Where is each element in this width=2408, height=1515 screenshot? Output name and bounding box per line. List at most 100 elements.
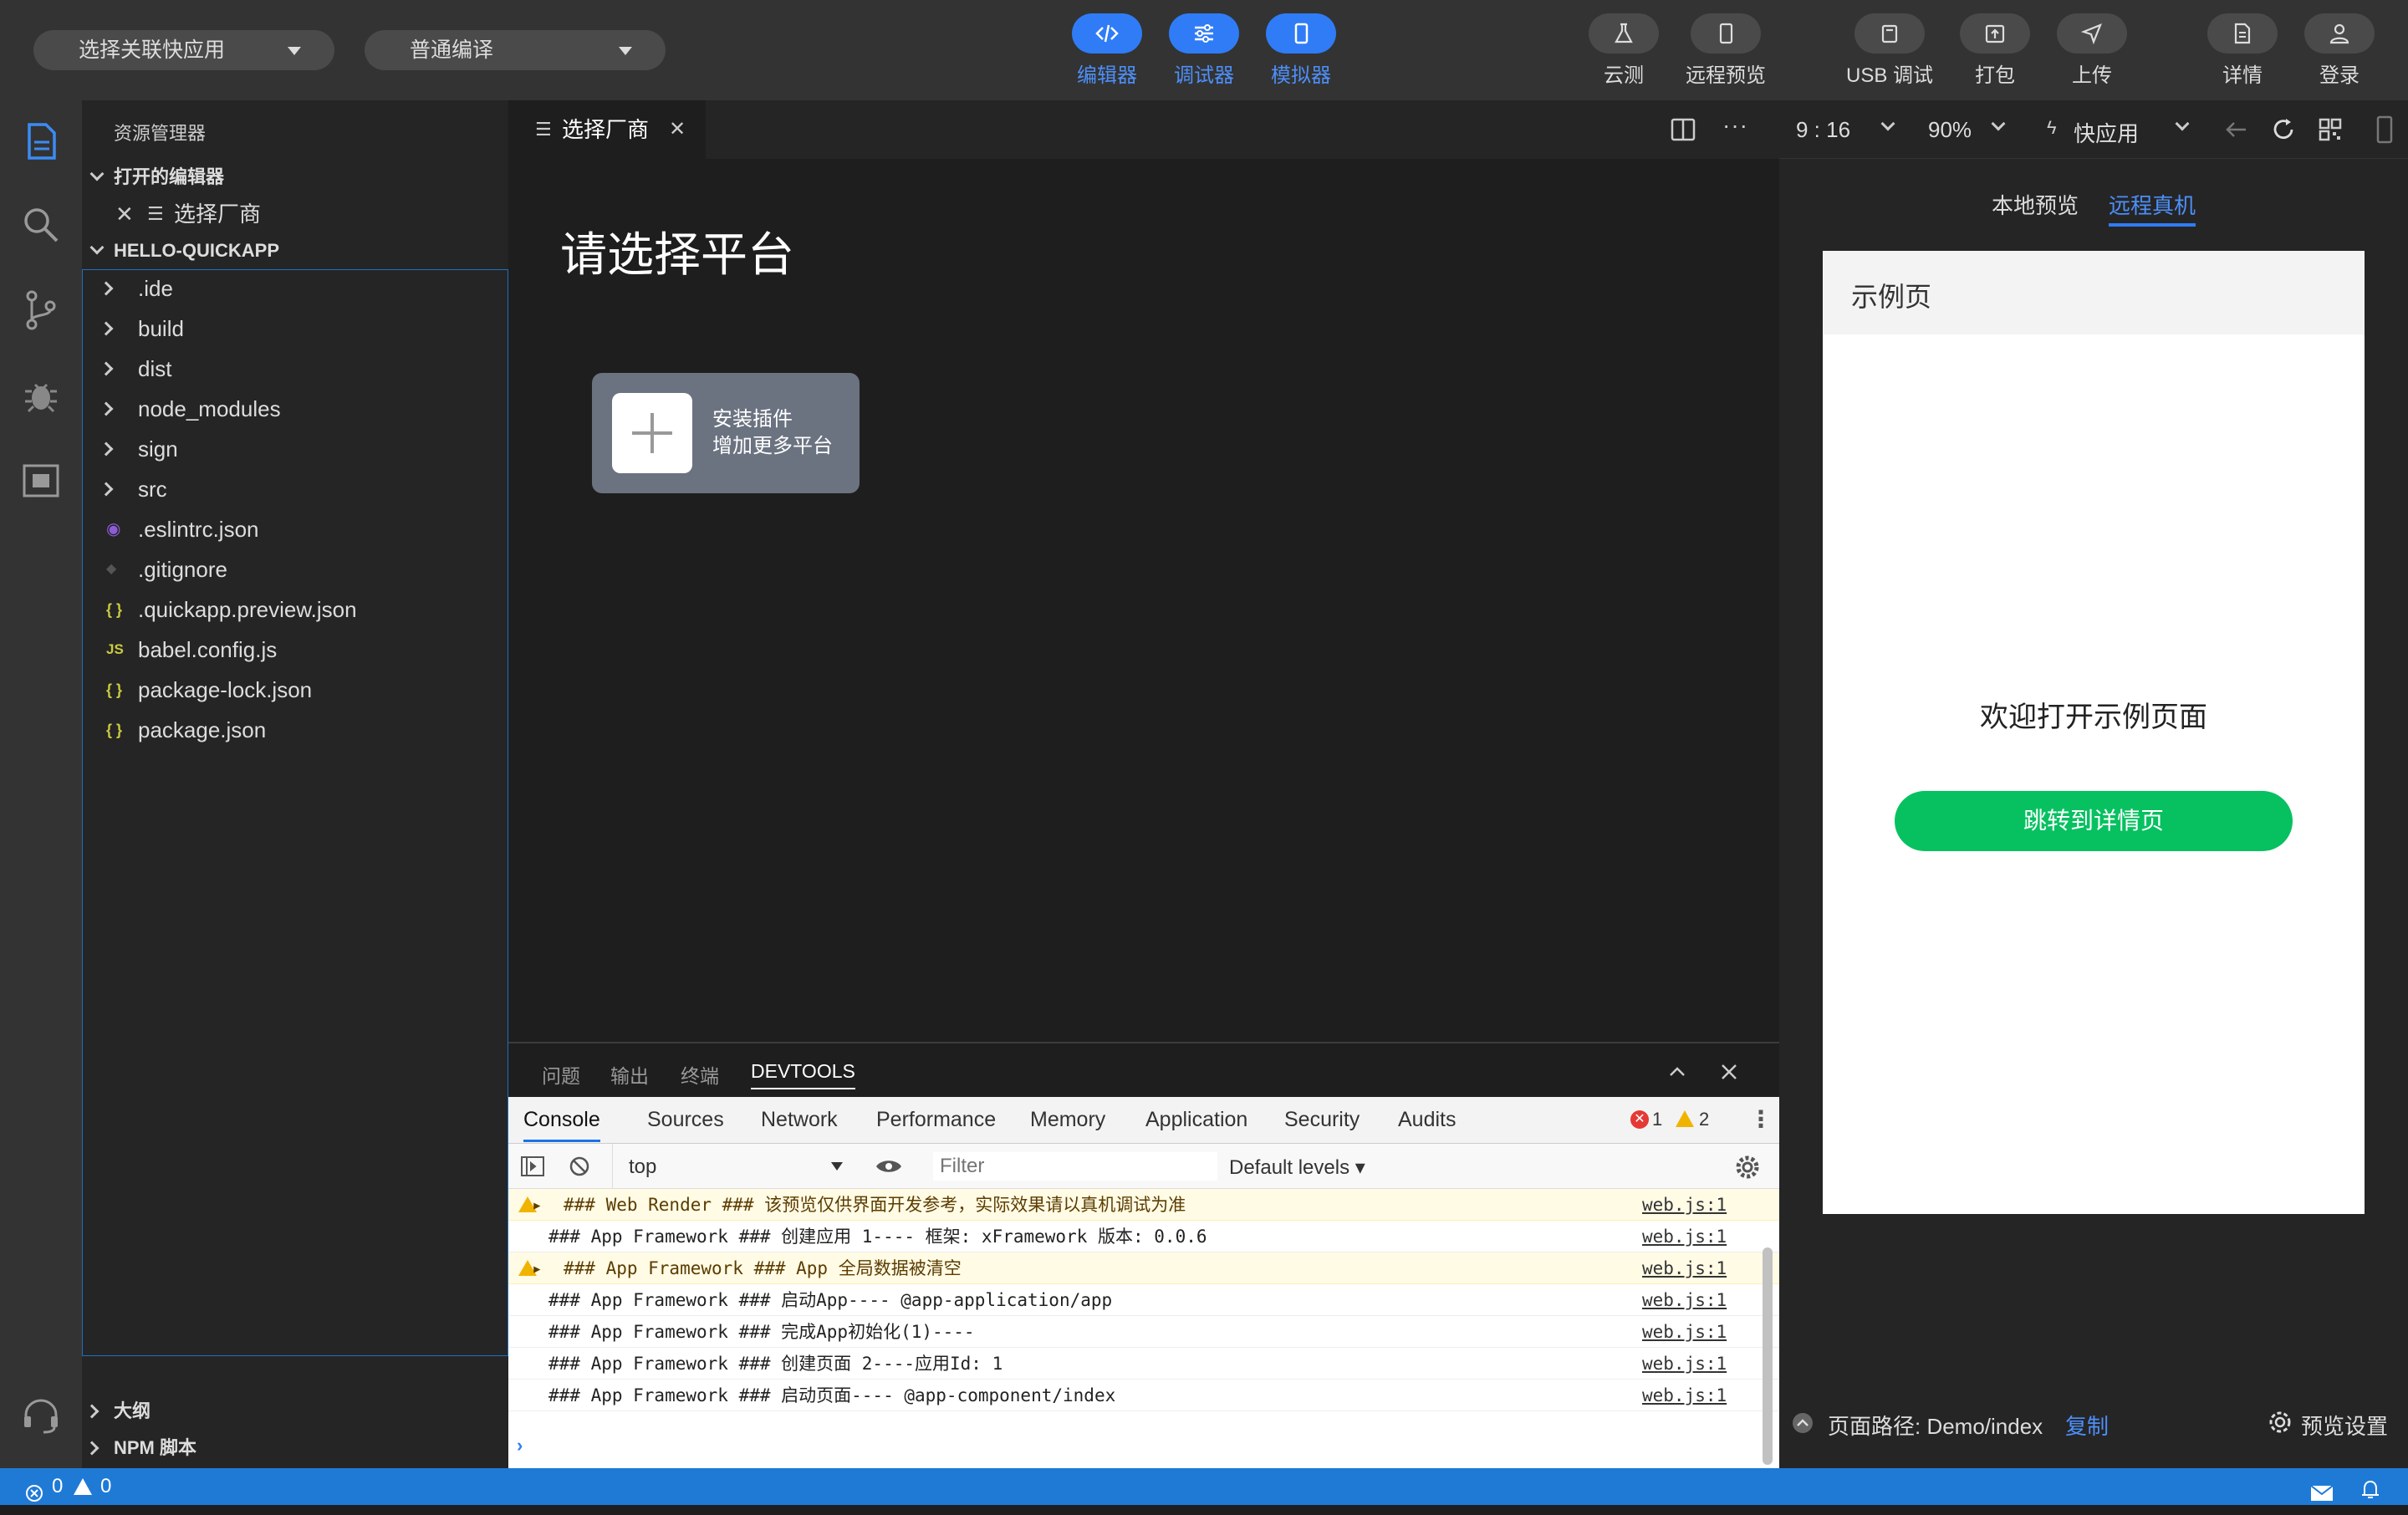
outline-section[interactable]: 大纲 [82,1393,508,1430]
warning-count[interactable]: 2 [1699,1109,1709,1130]
open-editor-item[interactable]: ✕ ☰ 选择厂商 [82,196,508,232]
panel-tab-输出[interactable]: 输出 [610,1060,649,1089]
devtools-tab-memory[interactable]: Memory [1030,1097,1105,1142]
levels-select[interactable]: Default levels ▾ [1229,1155,1365,1180]
chevron-right-icon [84,1404,99,1419]
scrollbar[interactable] [1763,1247,1773,1465]
console-log-list: ▸ ### Web Render ### 该预览仅供界面开发参考，实际效果请以真机… [508,1189,1779,1431]
tree-item[interactable]: build [83,310,509,347]
remote-preview-button[interactable]: 远程预览 [1676,13,1776,89]
chevron-down-icon[interactable] [831,1162,843,1171]
cloud-test-button[interactable]: 云测 [1574,13,1674,89]
app-select-value: 选择关联快应用 [79,38,226,62]
tab-local-preview[interactable]: 本地预览 [1992,189,2079,220]
compile-select[interactable]: 普通编译 [365,30,666,70]
devtools-tab-network[interactable]: Network [761,1097,838,1142]
expand-triangle-icon[interactable]: ▸ [532,1252,543,1284]
tree-item[interactable]: src [83,471,509,508]
more-actions-icon[interactable]: ··· [1722,112,1748,139]
console-log-source-link[interactable]: web.js:1 [1642,1380,1727,1411]
gear-icon[interactable] [1734,1154,1761,1181]
tree-item[interactable]: .ide [83,270,509,307]
zoom-select[interactable]: 90% [1928,117,1972,143]
filter-input[interactable] [933,1152,1217,1181]
console-log-source-link[interactable]: web.js:1 [1642,1252,1727,1284]
editor-tab[interactable]: ☰ 选择厂商 ✕ [508,100,706,159]
editor-button[interactable]: 编辑器 [1057,13,1157,89]
panel-tab-devtools[interactable]: DEVTOOLS [751,1060,855,1089]
source-control-icon[interactable] [18,288,64,333]
panel-tab-终端[interactable]: 终端 [681,1060,719,1089]
console-log-source-link[interactable]: web.js:1 [1642,1189,1727,1221]
npm-scripts-section[interactable]: NPM 脚本 [82,1430,508,1467]
phone-icon[interactable] [2373,115,2396,144]
devtools-tab-audits[interactable]: Audits [1398,1097,1456,1142]
chevron-down-icon[interactable] [1991,116,2006,131]
go-detail-button[interactable]: 跳转到详情页 [1895,791,2293,851]
mail-icon[interactable] [2309,1478,2334,1501]
ratio-select[interactable]: 9 : 16 [1796,117,1850,143]
clear-console-icon[interactable] [569,1155,590,1177]
platform-select[interactable]: 快应用 [2074,117,2139,148]
debugger-button[interactable]: 调试器 [1154,13,1254,89]
tree-item[interactable]: sign [83,431,509,467]
install-plugin-card[interactable]: 安装插件 增加更多平台 [592,373,860,493]
copy-link[interactable]: 复制 [2065,1410,2109,1441]
prompt-caret-icon[interactable]: › [517,1435,523,1456]
tree-item[interactable]: { } package-lock.json [83,671,509,708]
expand-triangle-icon[interactable]: ▸ [532,1189,543,1221]
console-log-source-link[interactable]: web.js:1 [1642,1284,1727,1316]
status-warning-count[interactable]: 0 [100,1468,111,1505]
tree-item[interactable]: { } package.json [83,712,509,748]
split-editor-icon[interactable] [1669,115,1697,144]
explorer-icon[interactable] [18,119,64,164]
maximize-panel-icon[interactable] [1666,1060,1689,1084]
usb-debug-button[interactable]: USB 调试 [1839,13,1940,89]
refresh-icon[interactable] [2271,117,2296,142]
debug-bug-icon[interactable] [18,373,64,418]
error-count[interactable]: 1 [1652,1109,1662,1130]
eye-icon[interactable] [875,1157,903,1176]
details-button[interactable]: 详情 [2192,13,2293,89]
back-arrow-icon[interactable] [2224,117,2249,142]
open-editors-section[interactable]: 打开的编辑器 [82,159,508,196]
tree-item[interactable]: ◉ .eslintrc.json [83,511,509,548]
app-select[interactable]: 选择关联快应用 [33,30,334,70]
headset-support-icon[interactable] [18,1393,64,1438]
devtools-tab-security[interactable]: Security [1284,1097,1360,1142]
devtools-tab-performance[interactable]: Performance [876,1097,996,1142]
kebab-menu-icon[interactable]: ⋮ [1749,1105,1773,1133]
pack-button[interactable]: 打包 [1945,13,2045,89]
bell-icon[interactable] [2360,1477,2381,1498]
login-button[interactable]: 登录 [2289,13,2390,89]
chevron-down-icon[interactable] [1880,116,1895,131]
devtools-tab-application[interactable]: Application [1145,1097,1247,1142]
status-error-count[interactable]: 0 [52,1468,63,1505]
search-icon[interactable] [18,202,64,247]
project-section[interactable]: HELLO-QUICKAPP [82,232,508,269]
collapse-icon[interactable] [1791,1411,1814,1435]
preview-settings-button[interactable]: 预览设置 [2268,1408,2393,1439]
tree-item[interactable]: JS babel.config.js [83,631,509,668]
console-log-source-link[interactable]: web.js:1 [1642,1316,1727,1348]
sidebar-toggle-icon[interactable] [520,1155,545,1177]
console-log-source-link[interactable]: web.js:1 [1642,1348,1727,1380]
devtools-tab-sources[interactable]: Sources [647,1097,724,1142]
qr-code-icon[interactable] [2318,117,2343,142]
tree-item[interactable]: { } .quickapp.preview.json [83,591,509,628]
simulator-button[interactable]: 模拟器 [1251,13,1351,89]
tree-item[interactable]: ◆ .gitignore [83,551,509,588]
console-log-source-link[interactable]: web.js:1 [1642,1221,1727,1252]
tree-item[interactable]: dist [83,350,509,387]
tab-remote-device[interactable]: 远程真机 [2109,189,2196,227]
panel-tab-问题[interactable]: 问题 [542,1060,580,1089]
tree-item[interactable]: node_modules [83,390,509,427]
chevron-down-icon[interactable] [2175,116,2190,131]
close-icon[interactable]: ✕ [669,100,686,159]
close-panel-icon[interactable] [1717,1060,1741,1084]
upload-button[interactable]: 上传 [2042,13,2142,89]
extensions-icon[interactable] [18,458,64,503]
devtools-tab-console[interactable]: Console [523,1097,600,1142]
context-select[interactable]: top [629,1155,656,1179]
close-icon[interactable]: ✕ [115,196,134,232]
